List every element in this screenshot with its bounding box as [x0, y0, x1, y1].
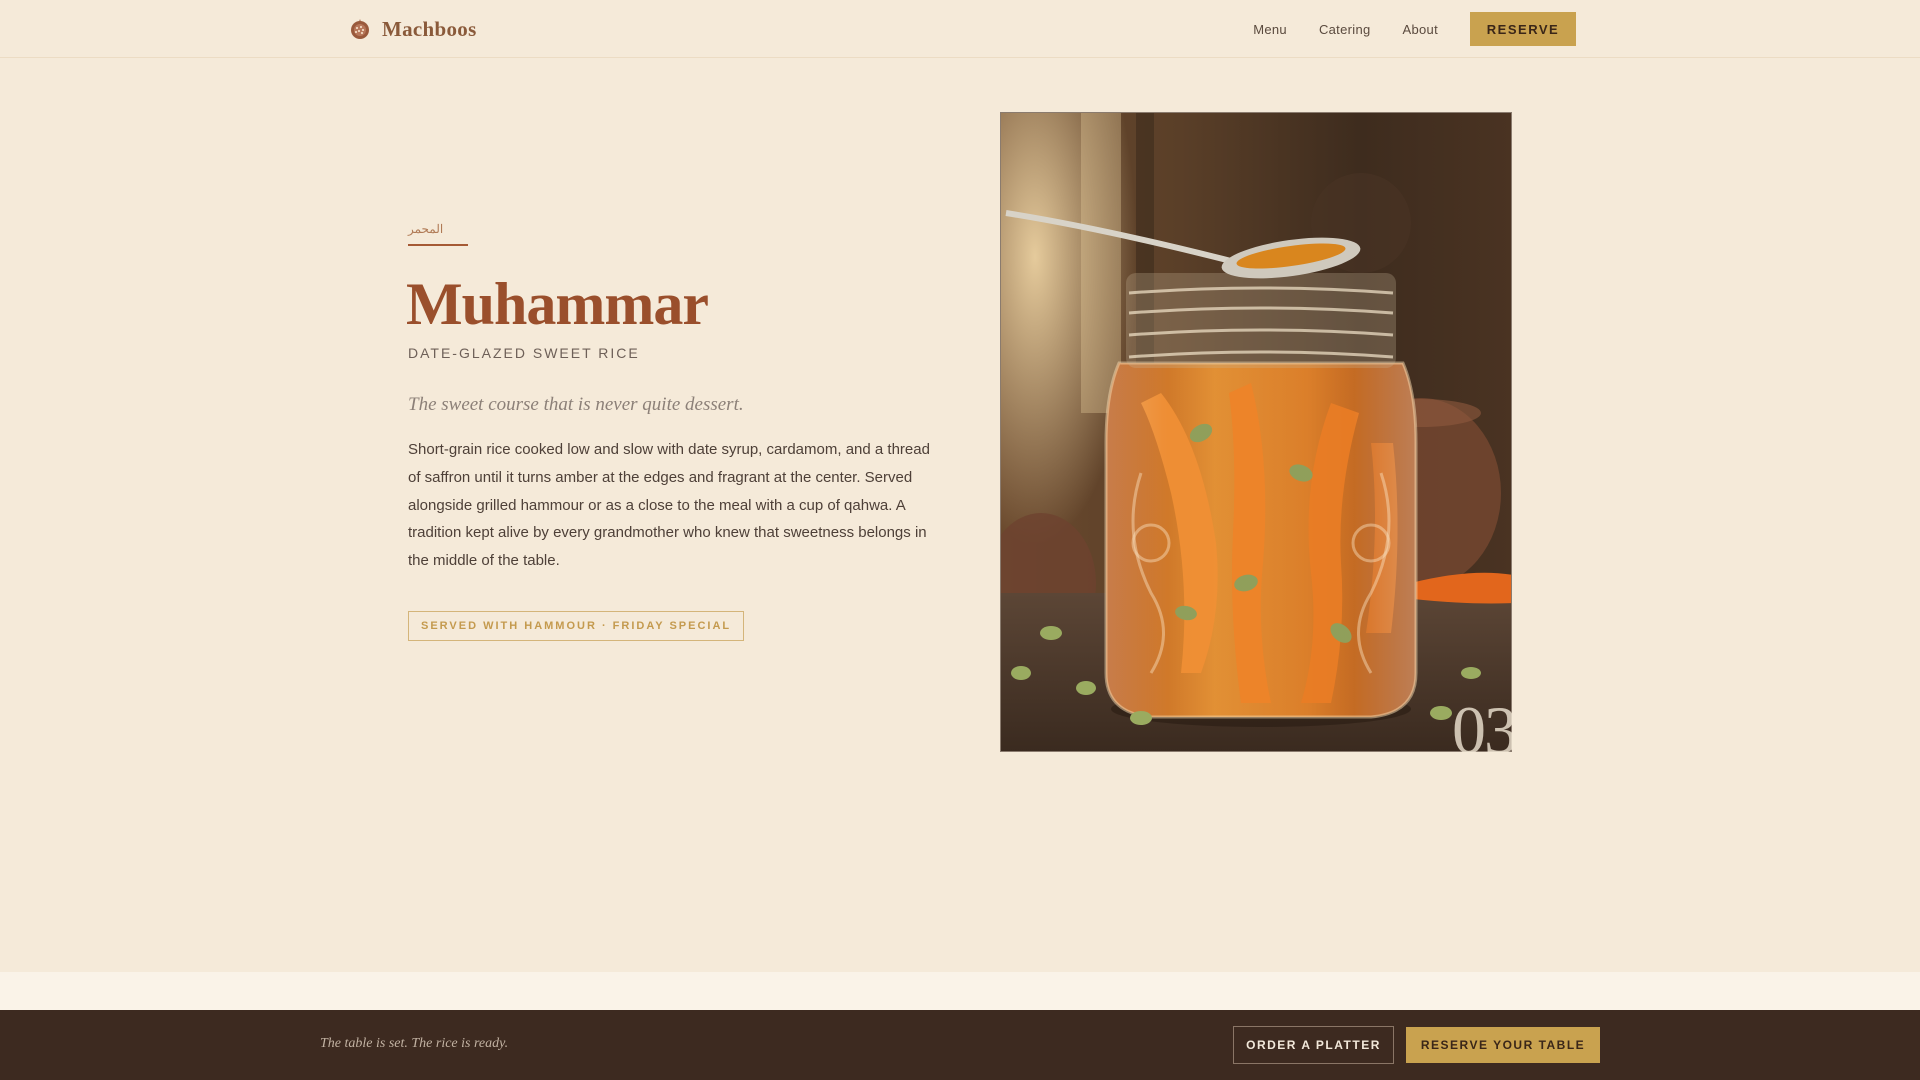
dish-title: Muhammar	[406, 271, 709, 337]
order-platter-button[interactable]: ORDER A PLATTER	[1233, 1026, 1394, 1064]
main-nav: Menu Catering About RESERVE	[1253, 12, 1576, 46]
nav-link-about[interactable]: About	[1403, 22, 1438, 37]
reserve-button[interactable]: RESERVE	[1470, 12, 1576, 46]
brand[interactable]: Machboos	[348, 16, 477, 42]
dish-subtitle: DATE-GLAZED SWEET RICE	[408, 345, 640, 361]
footer-note: The table is set. The rice is ready.	[320, 1036, 509, 1051]
nav-link-catering[interactable]: Catering	[1319, 22, 1371, 37]
pickle-jar-photo	[1001, 113, 1511, 751]
dish-description: Short-grain rice cooked low and slow wit…	[408, 441, 930, 570]
site-header: Machboos Menu Catering About RESERVE	[0, 0, 1920, 58]
reserve-table-button[interactable]: RESERVE YOUR TABLE	[1406, 1027, 1600, 1063]
special-badge: SERVED WITH HAMMOUR · FRIDAY SPECIAL	[408, 611, 745, 641]
dish-tagline: The sweet course that is never quite des…	[408, 394, 744, 415]
slide-number: 03	[1452, 692, 1518, 768]
nav-link-menu[interactable]: Menu	[1253, 22, 1287, 37]
footer-cta-bar: The table is set. The rice is ready. ORD…	[0, 1010, 1920, 1080]
dish-photo	[1000, 112, 1512, 752]
accent-rule	[408, 244, 468, 246]
section-divider	[0, 972, 1920, 1010]
arabic-dish-name: المحمر	[408, 222, 444, 236]
brand-name: Machboos	[382, 16, 477, 41]
rice-mound-icon	[351, 19, 369, 39]
